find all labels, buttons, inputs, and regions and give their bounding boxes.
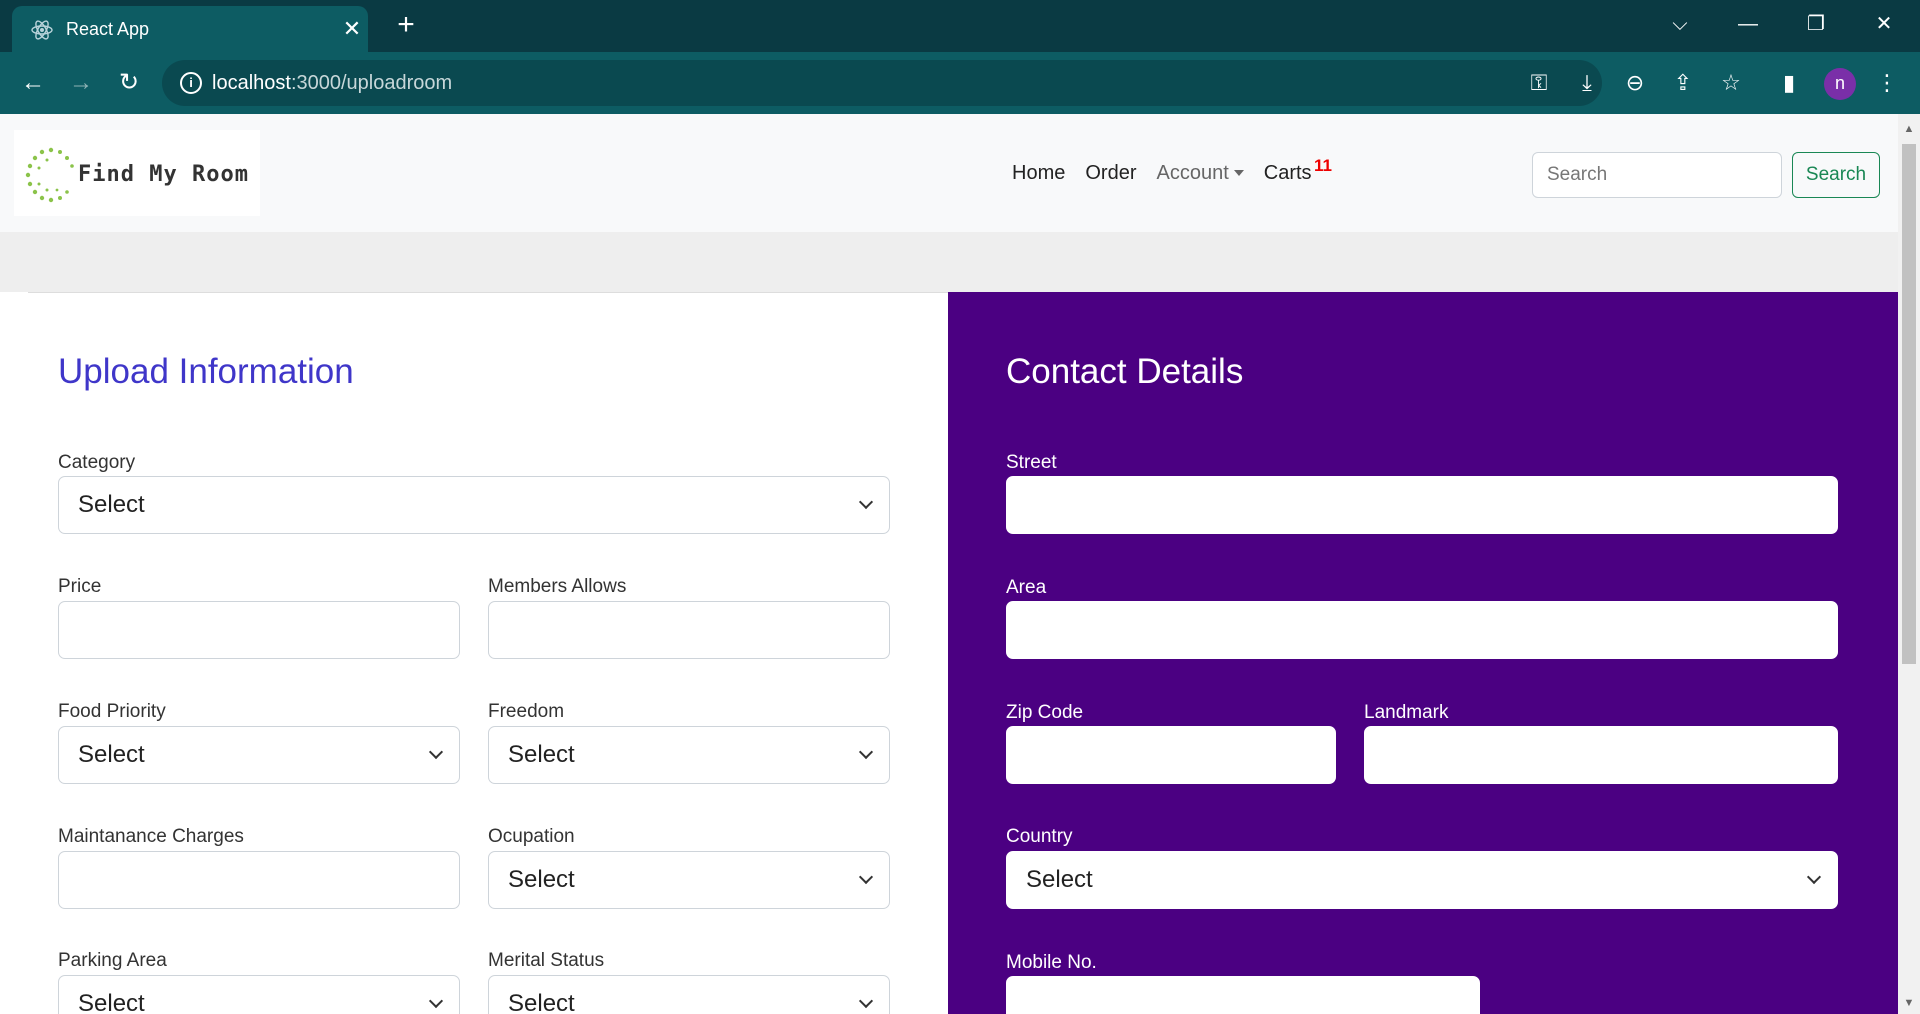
chevron-down-icon [858, 993, 874, 1009]
close-tab-icon[interactable]: ✕ [338, 15, 366, 43]
url-text: localhost:3000/uploadroom [212, 72, 452, 95]
street-label: Street [1006, 452, 1057, 473]
back-icon[interactable]: ← [16, 66, 50, 100]
install-icon[interactable]: ⤓ [1570, 66, 1604, 100]
contact-details-panel: Contact Details Street Area Zip Code Lan… [948, 292, 1898, 1014]
chevron-down-icon [1806, 869, 1822, 885]
area-label: Area [1006, 577, 1047, 598]
search-button[interactable]: Search [1792, 152, 1880, 198]
chevron-down-icon [428, 744, 444, 760]
key-icon[interactable]: ⚿ [1522, 66, 1556, 100]
url-host: localhost [212, 72, 291, 94]
zoom-icon[interactable]: ⊖ [1618, 66, 1652, 100]
bookmark-star-icon[interactable]: ☆ [1714, 66, 1748, 100]
marital-label: Merital Status [488, 950, 605, 971]
food-priority-select[interactable]: Select [58, 726, 460, 784]
search-input[interactable] [1532, 152, 1782, 198]
zip-code-label: Zip Code [1006, 702, 1084, 723]
restore-icon[interactable]: ❐ [1796, 8, 1836, 40]
freedom-label: Freedom [488, 701, 565, 722]
minimize-icon[interactable]: — [1728, 8, 1768, 40]
parking-label: Parking Area [58, 950, 167, 971]
maintenance-label: Maintanance Charges [58, 826, 244, 847]
mobile-label: Mobile No. [1006, 952, 1097, 973]
country-select[interactable]: Select [1006, 851, 1838, 909]
upload-title: Upload Information [58, 352, 354, 391]
chevron-down-icon [858, 869, 874, 885]
forward-icon[interactable]: → [64, 66, 98, 100]
new-tab-icon[interactable]: + [390, 10, 422, 42]
scrollbar-thumb[interactable] [1902, 144, 1916, 664]
browser-tab[interactable]: React App ✕ [12, 6, 368, 52]
members-label: Members Allows [488, 576, 627, 597]
side-panel-icon[interactable]: ▮ [1772, 66, 1806, 100]
brand-name: Find My Room [78, 162, 249, 187]
country-value: Select [1026, 866, 1093, 893]
landmark-input[interactable] [1364, 726, 1838, 784]
page-viewport: Find My Room Home Order Account Carts 11… [0, 114, 1898, 1014]
browser-toolbar: ← → ↻ i localhost:3000/uploadroom ⚿ ⤓ ⊖ … [0, 52, 1920, 114]
food-priority-value: Select [78, 741, 145, 768]
nav-carts[interactable]: Carts [1264, 162, 1312, 185]
street-input[interactable] [1006, 476, 1838, 534]
menu-kebab-icon[interactable]: ⋮ [1870, 66, 1904, 100]
divider [28, 292, 948, 293]
occupation-select[interactable]: Select [488, 851, 890, 909]
profile-avatar[interactable]: n [1824, 68, 1856, 100]
upload-information-panel: Upload Information Category Select Price… [0, 292, 948, 1014]
occupation-label: Ocupation [488, 826, 575, 847]
site-navbar: Find My Room Home Order Account Carts 11… [0, 114, 1898, 232]
freedom-value: Select [508, 741, 575, 768]
food-priority-label: Food Priority [58, 701, 166, 722]
tab-title: React App [66, 19, 150, 39]
parking-value: Select [78, 990, 145, 1014]
nav-account-label: Account [1156, 162, 1229, 184]
browser-tabstrip: React App ✕ + ⌵ — ❐ ✕ [0, 0, 1920, 52]
chevron-down-icon [858, 744, 874, 760]
nav-order[interactable]: Order [1085, 162, 1136, 185]
scroll-up-icon[interactable]: ▲ [1898, 120, 1920, 138]
reload-icon[interactable]: ↻ [112, 66, 146, 100]
brand[interactable]: Find My Room [14, 130, 260, 216]
address-bar[interactable]: i localhost:3000/uploadroom [162, 60, 1602, 106]
cart-count-badge: 11 [1314, 156, 1332, 175]
url-path: :3000/uploadroom [290, 72, 453, 94]
occupation-value: Select [508, 866, 575, 893]
share-icon[interactable]: ⇪ [1666, 66, 1700, 100]
maintenance-input[interactable] [58, 851, 460, 909]
marital-select[interactable]: Select [488, 975, 890, 1014]
page-scrollbar[interactable]: ▲ ▼ [1898, 114, 1920, 1014]
price-label: Price [58, 576, 102, 597]
tab-search-icon[interactable]: ⌵ [1660, 8, 1700, 40]
site-info-icon[interactable]: i [180, 72, 202, 94]
country-label: Country [1006, 826, 1073, 847]
close-window-icon[interactable]: ✕ [1864, 8, 1904, 40]
nav-account-dropdown[interactable]: Account [1156, 162, 1244, 185]
main-nav: Home Order Account Carts [1012, 162, 1332, 185]
scroll-down-icon[interactable]: ▼ [1898, 994, 1920, 1012]
category-select[interactable]: Select [58, 476, 890, 534]
logo-icon [25, 147, 74, 203]
react-icon [31, 20, 53, 40]
contact-title: Contact Details [1006, 352, 1244, 391]
landmark-label: Landmark [1364, 702, 1449, 723]
price-input[interactable] [58, 601, 460, 659]
area-input[interactable] [1006, 601, 1838, 659]
caret-down-icon [1233, 170, 1244, 176]
category-value: Select [78, 491, 145, 518]
zip-code-input[interactable] [1006, 726, 1336, 784]
chevron-down-icon [858, 494, 874, 510]
freedom-select[interactable]: Select [488, 726, 890, 784]
nav-home[interactable]: Home [1012, 162, 1065, 185]
mobile-input[interactable] [1006, 976, 1480, 1014]
marital-value: Select [508, 990, 575, 1014]
category-label: Category [58, 452, 136, 473]
chevron-down-icon [428, 993, 444, 1009]
parking-select[interactable]: Select [58, 975, 460, 1014]
members-input[interactable] [488, 601, 890, 659]
